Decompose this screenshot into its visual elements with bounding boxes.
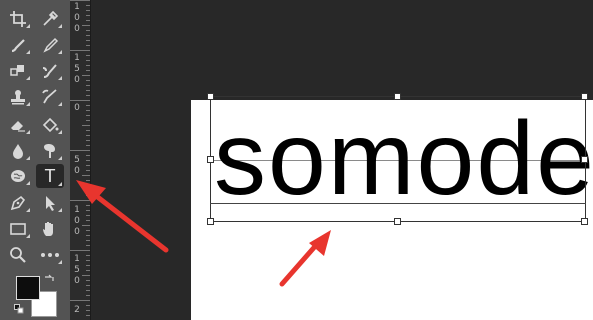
annotation-arrows	[76, 180, 331, 287]
red-arrow-icon	[76, 180, 169, 253]
red-arrow-icon	[279, 230, 331, 287]
